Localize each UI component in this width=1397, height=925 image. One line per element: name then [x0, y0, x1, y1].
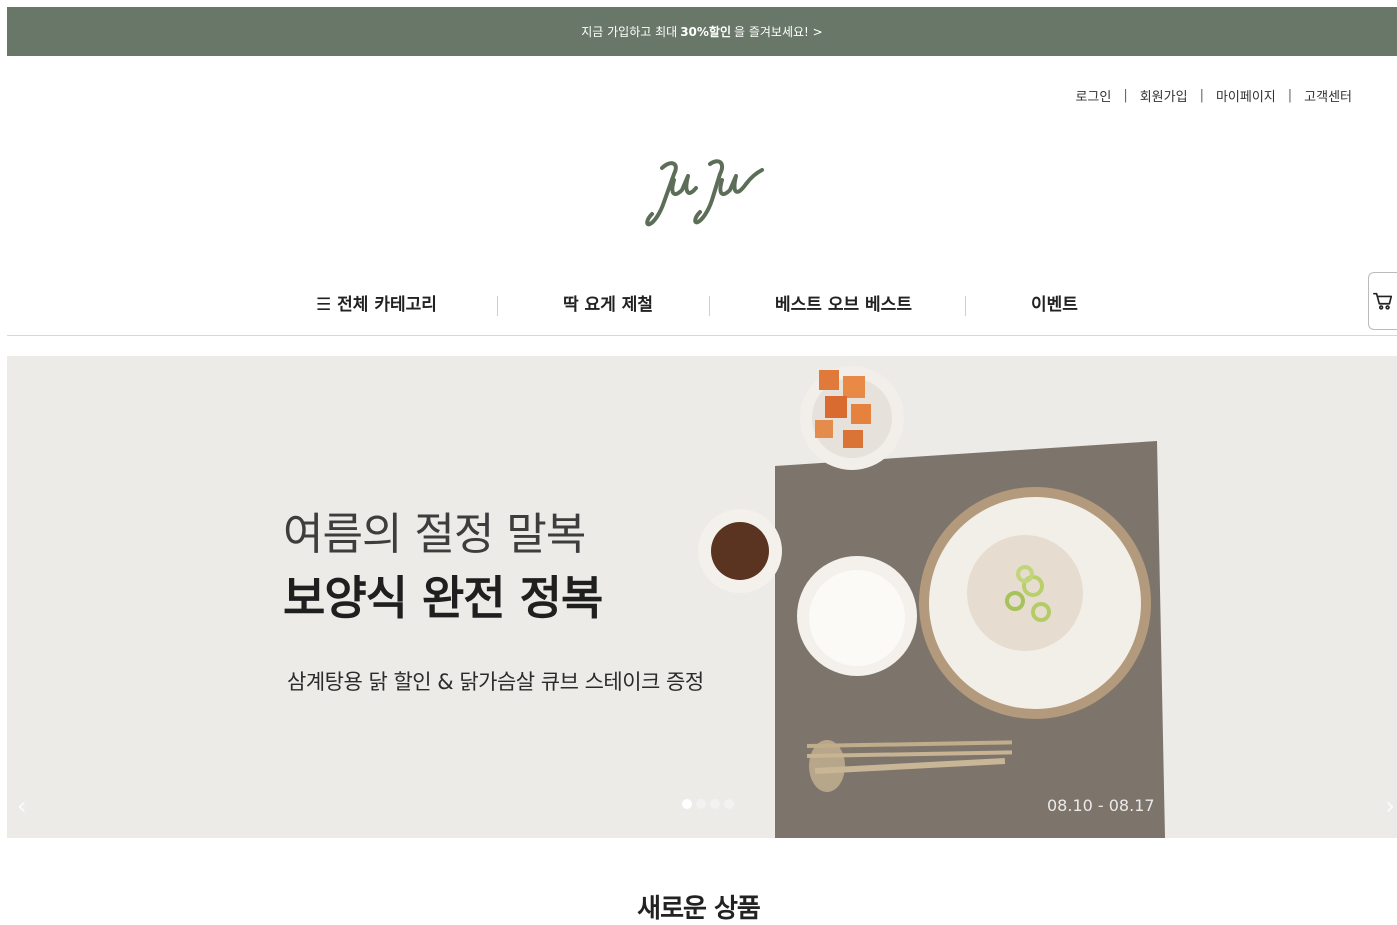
promo-text-post: 을 즐겨보세요! >: [734, 25, 823, 39]
hero-headline-2: 보양식 완전 정복: [283, 571, 603, 625]
hero-banner[interactable]: 여름의 절정 말복 보양식 완전 정복 삼계탕용 닭 할인 & 닭가슴살 큐브 …: [7, 356, 1397, 838]
slide-dot[interactable]: [710, 799, 720, 809]
hero-headline-1: 여름의 절정 말복: [283, 509, 586, 560]
util-separator: |: [1123, 88, 1128, 103]
mypage-link[interactable]: 마이페이지: [1216, 86, 1276, 105]
cart-button[interactable]: [1368, 272, 1397, 330]
hero-date: 08.10 - 08.17: [1047, 796, 1155, 815]
brand-logo[interactable]: [640, 150, 775, 232]
hero-subtext: 삼계탕용 닭 할인 & 닭가슴살 큐브 스테이크 증정: [287, 670, 704, 694]
utility-nav: 로그인 | 회원가입 | 마이페이지 | 고객센터: [1075, 86, 1352, 105]
util-separator: |: [1199, 88, 1204, 103]
menu-icon: ☰: [316, 295, 332, 315]
prev-arrow-icon[interactable]: ‹: [17, 792, 27, 820]
cart-icon: [1373, 292, 1393, 310]
hero-food-illustration: [698, 366, 1165, 838]
slide-dot[interactable]: [682, 799, 692, 809]
nav-divider: [709, 296, 710, 316]
nav-divider: [965, 296, 966, 316]
slide-dot[interactable]: [696, 799, 706, 809]
logo-mark: [645, 159, 764, 227]
login-link[interactable]: 로그인: [1075, 86, 1111, 105]
promo-text-discount: 30%할인: [680, 25, 731, 39]
signup-link[interactable]: 회원가입: [1140, 86, 1188, 105]
nav-event[interactable]: 이벤트: [1031, 290, 1078, 315]
nav-seasonal[interactable]: 딱 요게 제철: [563, 290, 653, 315]
promo-banner[interactable]: 지금 가입하고 최대 30%할인 을 즐겨보세요! >: [7, 7, 1397, 56]
nav-best[interactable]: 베스트 오브 베스트: [775, 290, 912, 315]
promo-text-pre: 지금 가입하고 최대: [581, 25, 678, 39]
main-nav: ☰ 전체 카테고리 딱 요게 제철 베스트 오브 베스트 이벤트: [7, 272, 1397, 336]
nav-divider: [497, 296, 498, 316]
slide-indicators: [682, 799, 734, 809]
util-separator: |: [1287, 88, 1293, 103]
slide-dot[interactable]: [724, 799, 734, 809]
nav-all-categories[interactable]: ☰ 전체 카테고리: [316, 290, 437, 315]
nav-label: 전체 카테고리: [337, 295, 437, 315]
customer-center-link[interactable]: 고객센터: [1304, 86, 1352, 105]
next-arrow-icon[interactable]: ›: [1385, 792, 1395, 820]
section-title-new-products: 새로운 상품: [637, 894, 761, 924]
